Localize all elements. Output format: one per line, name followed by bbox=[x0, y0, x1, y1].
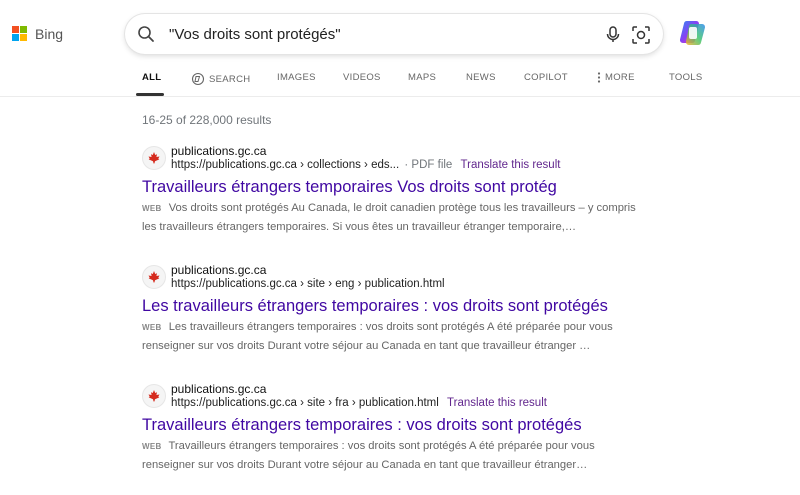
tab-more[interactable]: MORE bbox=[597, 72, 635, 83]
site-url[interactable]: https://publications.gc.ca › site › fra … bbox=[171, 397, 547, 409]
translate-link[interactable]: Translate this result bbox=[461, 159, 561, 171]
more-vertical-icon bbox=[597, 72, 601, 83]
tab-maps[interactable]: MAPS bbox=[408, 72, 436, 83]
result-source: publications.gc.ca https://publications.… bbox=[142, 382, 642, 416]
result-snippet: WEB Les travailleurs étrangers temporair… bbox=[142, 318, 637, 355]
site-url[interactable]: https://publications.gc.ca › collections… bbox=[171, 159, 560, 171]
result-snippet: WEB Travailleurs étrangers temporaires :… bbox=[142, 437, 637, 474]
tab-news[interactable]: NEWS bbox=[466, 72, 496, 83]
result-source: publications.gc.ca https://publications.… bbox=[142, 144, 642, 178]
result-snippet: WEB Vos droits sont protégés Au Canada, … bbox=[142, 199, 637, 236]
maple-leaf-icon bbox=[142, 146, 166, 170]
results-count: 16-25 of 228,000 results bbox=[142, 113, 272, 127]
snippet-text: Les travailleurs étrangers temporaires :… bbox=[142, 321, 613, 352]
site-name: publications.gc.ca bbox=[171, 263, 267, 277]
snippet-text: Vos droits sont protégés Au Canada, le d… bbox=[142, 202, 636, 233]
site-url[interactable]: https://publications.gc.ca › site › eng … bbox=[171, 278, 445, 290]
tab-videos[interactable]: VIDEOS bbox=[343, 72, 381, 83]
result-source: publications.gc.ca https://publications.… bbox=[142, 263, 642, 297]
search-box[interactable] bbox=[125, 14, 663, 54]
search-icon[interactable] bbox=[137, 25, 155, 43]
url-text: https://publications.gc.ca › site › eng … bbox=[171, 278, 445, 290]
tab-copilot[interactable]: COPILOT bbox=[524, 72, 568, 83]
microsoft-logo-icon bbox=[12, 26, 28, 42]
visual-search-icon[interactable] bbox=[630, 24, 652, 46]
url-text: https://publications.gc.ca › collections… bbox=[171, 159, 400, 171]
brand-name: Bing bbox=[35, 26, 64, 42]
search-result: publications.gc.ca https://publications.… bbox=[142, 263, 642, 355]
url-text: https://publications.gc.ca › site › fra … bbox=[171, 397, 439, 409]
snippet-text: Travailleurs étrangers temporaires : vos… bbox=[142, 440, 595, 471]
result-title-link[interactable]: Les travailleurs étrangers temporaires :… bbox=[142, 297, 642, 316]
web-badge: WEB bbox=[142, 442, 162, 451]
microphone-icon[interactable] bbox=[603, 24, 623, 44]
translate-link[interactable]: Translate this result bbox=[447, 397, 547, 409]
web-badge: WEB bbox=[142, 323, 162, 332]
copilot-icon[interactable] bbox=[678, 18, 708, 48]
tab-tools[interactable]: TOOLS bbox=[669, 72, 703, 83]
site-name: publications.gc.ca bbox=[171, 144, 267, 158]
tab-search[interactable]: SEARCH bbox=[191, 72, 250, 86]
site-name: publications.gc.ca bbox=[171, 382, 267, 396]
file-type-label: · PDF file bbox=[404, 159, 453, 171]
active-tab-indicator bbox=[136, 93, 164, 96]
bing-logo[interactable]: Bing bbox=[12, 26, 63, 42]
maple-leaf-icon bbox=[142, 265, 166, 289]
maple-leaf-icon bbox=[142, 384, 166, 408]
tab-images[interactable]: IMAGES bbox=[277, 72, 316, 83]
search-input[interactable] bbox=[169, 24, 589, 44]
web-badge: WEB bbox=[142, 204, 162, 213]
result-title-link[interactable]: Travailleurs étrangers temporaires Vos d… bbox=[142, 178, 642, 197]
header: Bing ALL bbox=[0, 0, 800, 97]
search-result: publications.gc.ca https://publications.… bbox=[142, 144, 642, 236]
result-title-link[interactable]: Travailleurs étrangers temporaires : vos… bbox=[142, 416, 642, 435]
copilot-search-icon bbox=[191, 72, 205, 86]
search-result: publications.gc.ca https://publications.… bbox=[142, 382, 642, 474]
tab-all[interactable]: ALL bbox=[142, 72, 161, 83]
search-tabs: ALL SEARCH IMAGES VIDEOS MAPS NEWS COPIL… bbox=[0, 66, 800, 96]
